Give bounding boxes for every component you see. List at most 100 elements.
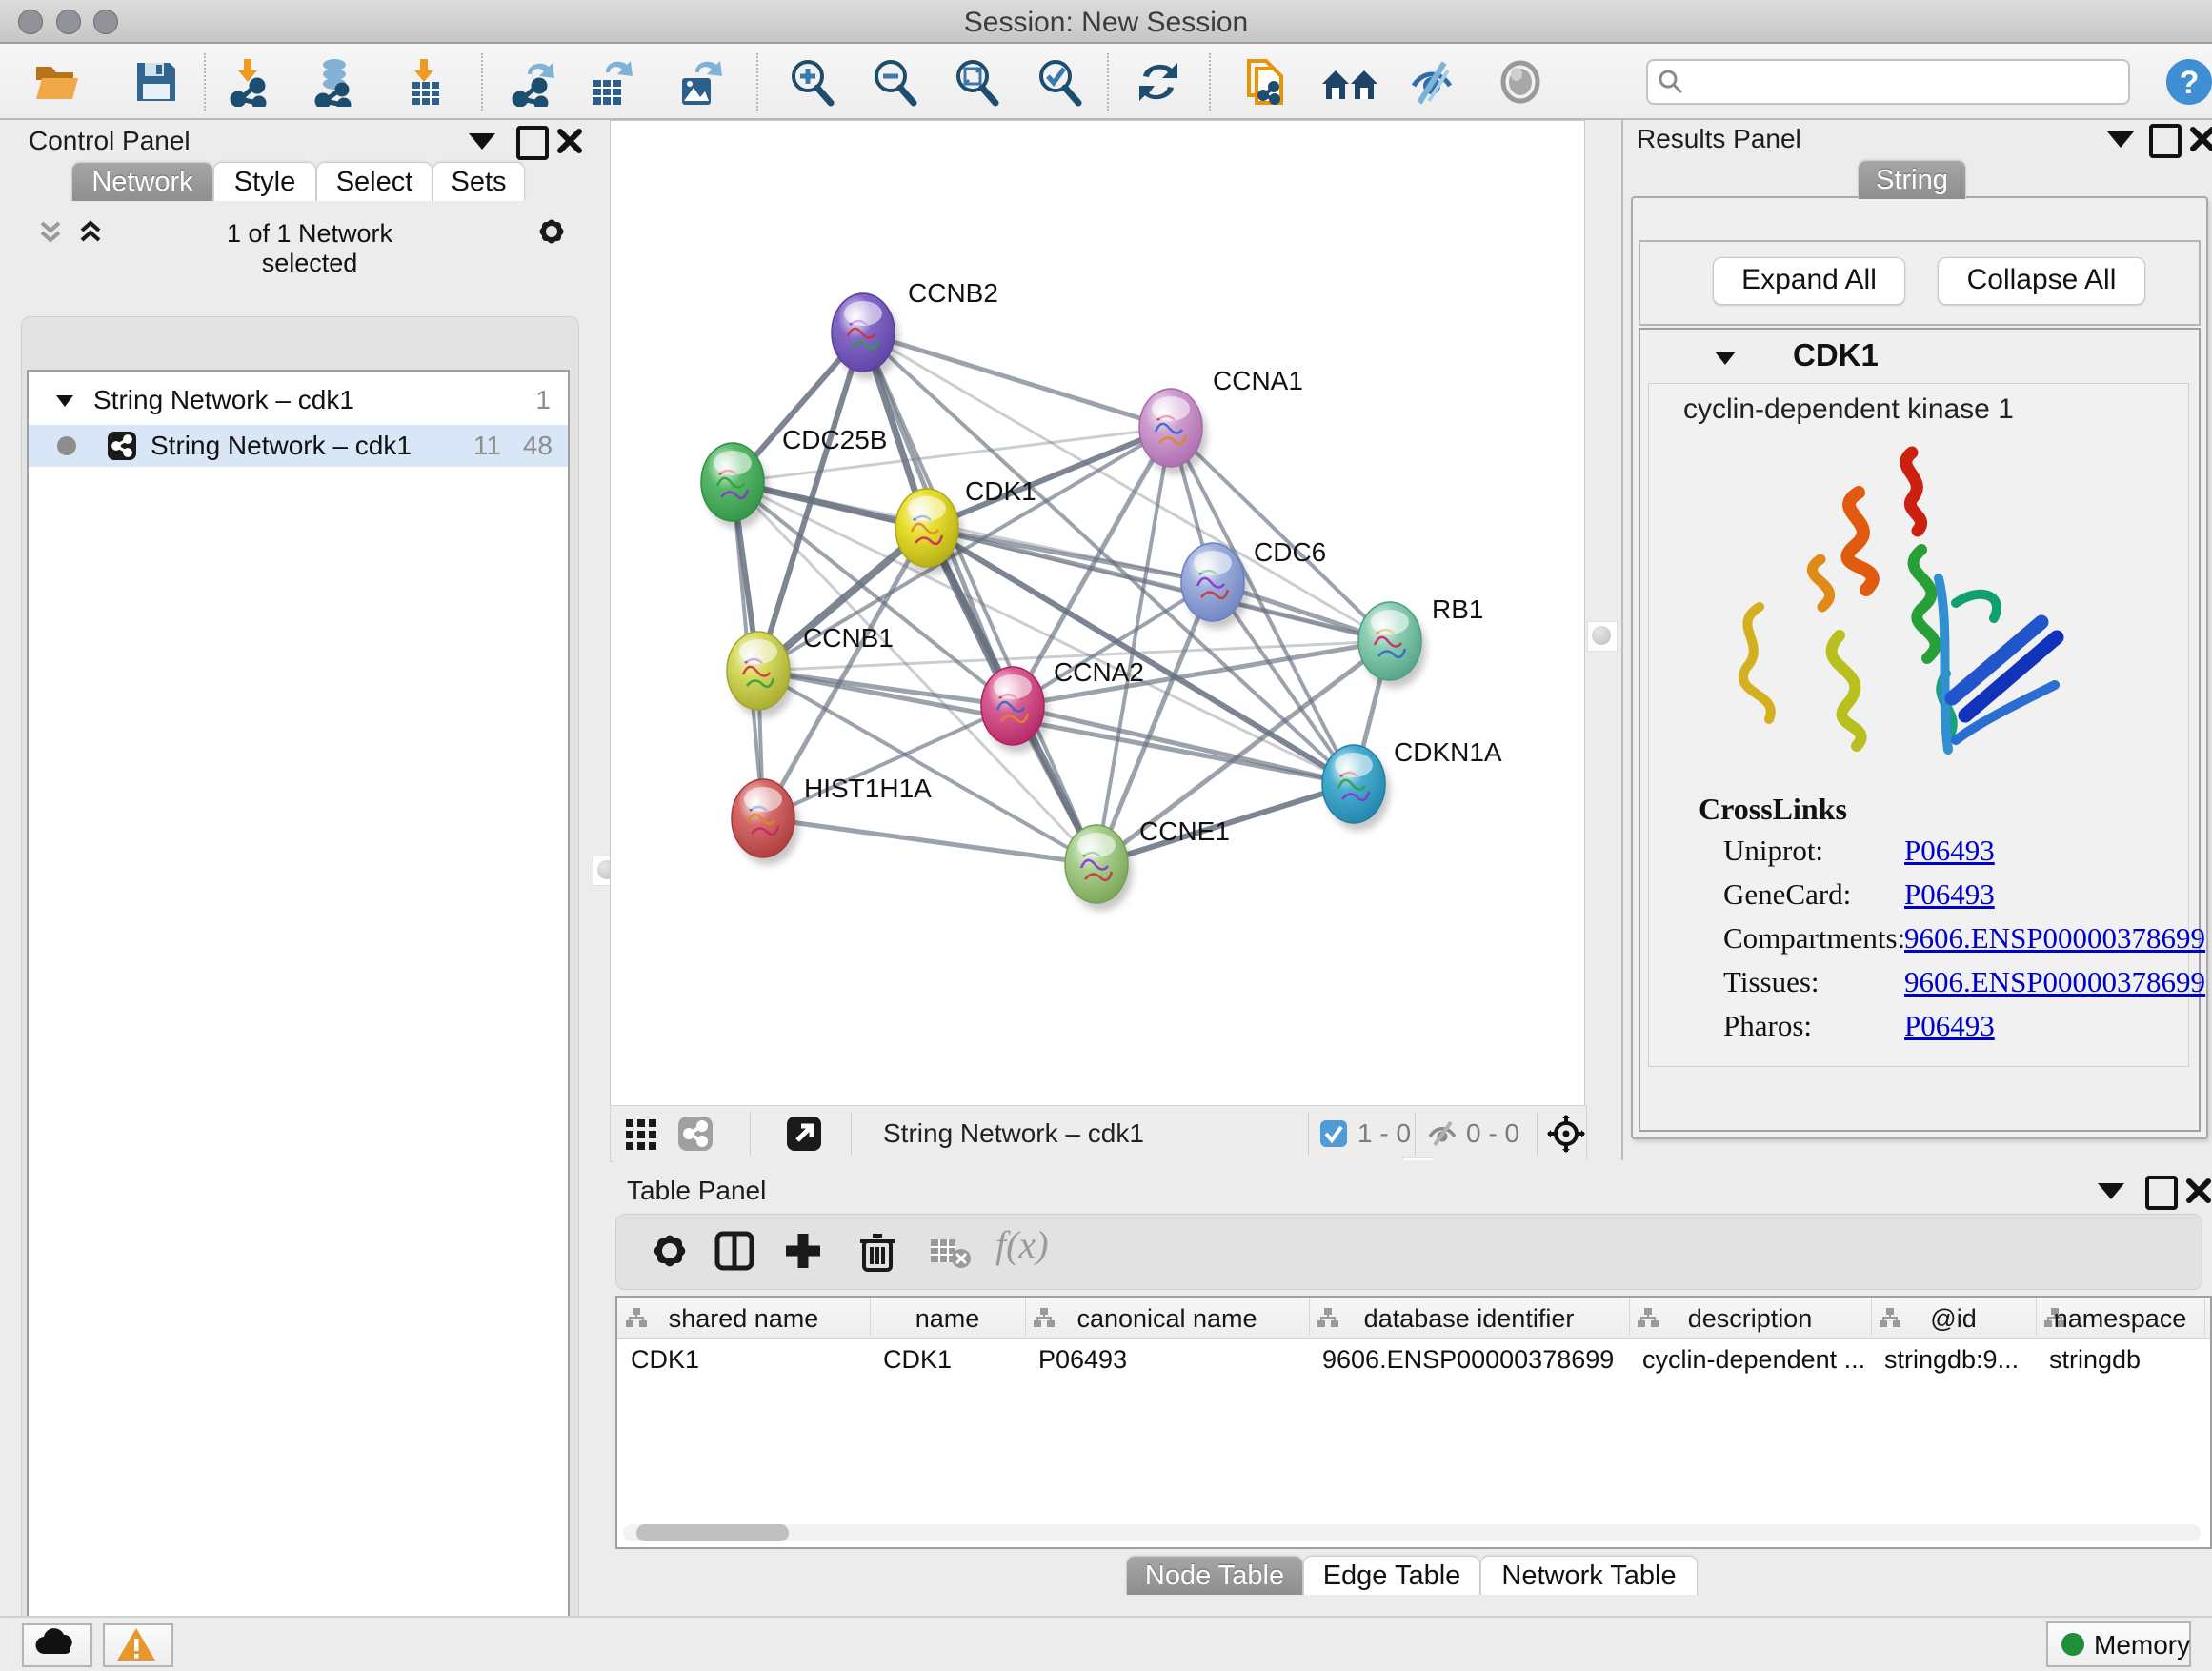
column-header--id[interactable]: @id	[1871, 1298, 2037, 1336]
memory-status-dot	[2061, 1633, 2084, 1656]
cloud-icon	[31, 1627, 81, 1660]
tab-style[interactable]: Style	[213, 162, 316, 201]
table-panel-close-icon[interactable]	[2185, 1178, 2212, 1209]
right-splitter-handle[interactable]	[1587, 621, 1618, 652]
table-options-gear-icon[interactable]	[647, 1228, 694, 1276]
warning-status-button[interactable]	[103, 1623, 173, 1667]
memory-label: Memory	[2094, 1630, 2190, 1661]
search-field[interactable]	[1646, 59, 2130, 105]
column-header-canonical-name[interactable]: canonical name	[1025, 1298, 1310, 1336]
open-session-icon[interactable]	[32, 57, 82, 107]
crosslink-label: Pharos:	[1723, 1009, 1812, 1043]
crosslink-link[interactable]: P06493	[1904, 877, 1995, 912]
memory-button[interactable]: Memory	[2046, 1621, 2191, 1667]
network-collection-row[interactable]: String Network – cdk1 1	[29, 381, 568, 421]
network-graph[interactable]: CCNB2CCNA1CDC25BCDK1CDC6RB1CCNB1CCNA2CDK…	[611, 121, 1584, 1106]
hide-glass-icon[interactable]	[1406, 57, 1456, 107]
expand-all-button[interactable]: Expand All	[1713, 257, 1905, 305]
export-image-icon[interactable]	[674, 57, 724, 107]
network-node: CCNB1	[727, 623, 894, 717]
column-header-namespace[interactable]: namespace	[2036, 1298, 2205, 1336]
tab-edge-table[interactable]: Edge Table	[1303, 1556, 1480, 1595]
export-table-icon[interactable]	[585, 57, 634, 107]
collapse-all-button[interactable]: Collapse All	[1938, 257, 2145, 305]
table-panel: Table Panel f(x) shared namen	[613, 1160, 2212, 1616]
table-cell[interactable]: P06493	[1038, 1345, 1303, 1375]
results-panel-close-icon[interactable]	[2189, 126, 2212, 157]
collapse-all-networks-icon[interactable]	[74, 215, 107, 252]
column-header-name[interactable]: name	[870, 1298, 1026, 1336]
zoom-fit-icon[interactable]	[952, 57, 1001, 107]
crosslink-link[interactable]: 9606.ENSP00000378699	[1904, 921, 2205, 956]
results-panel-collapse-icon[interactable]	[2107, 131, 2134, 148]
column-header-shared-name[interactable]: shared name	[617, 1298, 871, 1336]
delete-table-icon[interactable]	[927, 1228, 975, 1276]
expand-collapse-box: Expand All Collapse All	[1639, 240, 2201, 326]
table-cell[interactable]: stringdb:9...	[1884, 1345, 2030, 1375]
tab-network-table[interactable]: Network Table	[1480, 1556, 1698, 1595]
expand-all-networks-icon[interactable]	[34, 215, 67, 252]
zoom-in-icon[interactable]	[787, 57, 836, 107]
zoom-selected-icon[interactable]	[1035, 57, 1084, 107]
function-builder-icon[interactable]: f(x)	[995, 1222, 1087, 1270]
tab-select[interactable]: Select	[316, 162, 432, 201]
collection-expander-icon[interactable]	[53, 389, 76, 419]
control-panel-collapse-icon[interactable]	[469, 133, 495, 150]
horizontal-scrollbar-thumb[interactable]	[636, 1524, 789, 1541]
table-cell[interactable]: cyclin-dependent ...	[1642, 1345, 1865, 1375]
control-panel-float-icon[interactable]	[516, 126, 549, 160]
cloud-status-button[interactable]	[22, 1623, 92, 1667]
zoom-out-icon[interactable]	[870, 57, 919, 107]
tab-string-results[interactable]: String	[1858, 160, 1966, 199]
table-panel-title: Table Panel	[627, 1176, 766, 1206]
selected-checkbox-icon[interactable]	[1319, 1119, 1348, 1153]
crosslink-link[interactable]: 9606.ENSP00000378699	[1904, 965, 2205, 999]
network-options-gear-icon[interactable]	[533, 213, 570, 254]
crosslink-label: Tissues:	[1723, 965, 1820, 999]
search-input[interactable]	[1690, 63, 2113, 99]
hidden-eye-icon[interactable]	[1426, 1119, 1458, 1153]
show-columns-icon[interactable]	[712, 1228, 759, 1276]
control-panel-close-icon[interactable]	[556, 128, 583, 159]
gene-expander-icon[interactable]	[1713, 347, 1738, 374]
birdseye-toggle-icon[interactable]	[1546, 1114, 1586, 1158]
collection-label: String Network – cdk1	[93, 385, 354, 415]
grid-view-icon[interactable]	[624, 1117, 658, 1157]
column-header-database-identifier[interactable]: database identifier	[1309, 1298, 1630, 1336]
string-home-icon[interactable]	[1320, 57, 1379, 107]
apply-layout-icon[interactable]	[1134, 57, 1183, 107]
tab-sets[interactable]: Sets	[432, 162, 525, 201]
new-network-from-selection-icon[interactable]	[1241, 57, 1291, 107]
results-panel-float-icon[interactable]	[2149, 124, 2182, 158]
table-panel-collapse-icon[interactable]	[2098, 1183, 2124, 1199]
table-cell[interactable]: stringdb	[2049, 1345, 2199, 1375]
network-share-disabled-icon[interactable]	[677, 1116, 714, 1157]
show-glass-icon[interactable]	[1496, 57, 1545, 107]
import-network-database-icon[interactable]	[312, 57, 361, 107]
control-panel-title: Control Panel	[29, 126, 191, 156]
collection-count: 1	[535, 385, 551, 415]
network-canvas[interactable]: CCNB2CCNA1CDC25BCDK1CDC6RB1CCNB1CCNA2CDK…	[610, 120, 1585, 1107]
network-node: CDKN1A	[1322, 737, 1502, 831]
table-cell[interactable]: CDK1	[883, 1345, 1019, 1375]
tab-network[interactable]: Network	[71, 162, 213, 201]
add-column-icon[interactable]	[780, 1228, 828, 1276]
table-row[interactable]: CDK1 CDK1 P06493 9606.ENSP00000378699 cyclin…	[617, 1338, 2210, 1379]
crosslink-link[interactable]: P06493	[1904, 834, 1995, 868]
open-in-browser-icon[interactable]	[786, 1116, 822, 1157]
table-cell[interactable]: CDK1	[631, 1345, 864, 1375]
import-network-file-icon[interactable]	[229, 57, 278, 107]
footer-separator	[851, 1112, 852, 1156]
table-panel-float-icon[interactable]	[2145, 1176, 2178, 1210]
crosslink-link[interactable]: P06493	[1904, 1009, 1995, 1043]
save-session-icon[interactable]	[131, 57, 181, 107]
column-header-description[interactable]: description	[1629, 1298, 1872, 1336]
table-cell[interactable]: 9606.ENSP00000378699	[1322, 1345, 1623, 1375]
tab-node-table[interactable]: Node Table	[1126, 1556, 1303, 1595]
network-row-selected[interactable]: String Network – cdk1 11 48	[29, 425, 568, 467]
help-icon[interactable]: ?	[2164, 57, 2212, 107]
network-edge-count: 48	[523, 431, 553, 461]
export-network-icon[interactable]	[511, 57, 560, 107]
import-table-icon[interactable]	[401, 57, 451, 107]
delete-column-icon[interactable]	[855, 1228, 902, 1276]
